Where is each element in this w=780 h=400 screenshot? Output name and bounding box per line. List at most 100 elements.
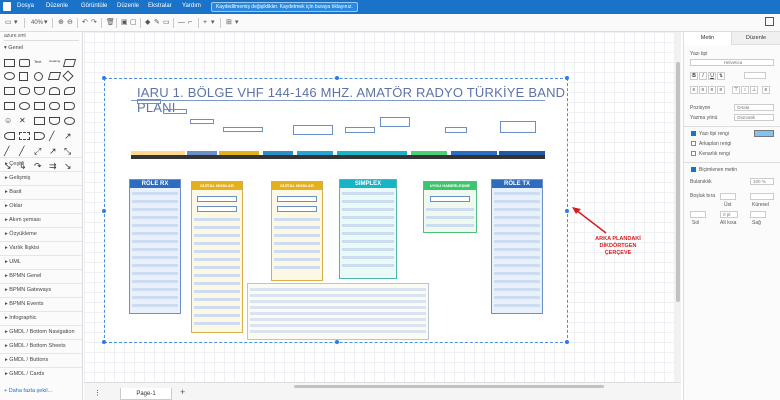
connector-shape[interactable]: ⤡ (64, 147, 75, 156)
library-arrows[interactable]: ▸ Oklar (0, 199, 82, 212)
menu-view[interactable]: Görüntüle (81, 3, 107, 9)
cylinder-shape[interactable] (34, 87, 45, 95)
background-color-checkbox[interactable] (691, 141, 696, 146)
align-middle-button[interactable]: ↕ (741, 86, 749, 94)
page-menu-icon[interactable]: ⋮ (94, 389, 101, 397)
italic-button[interactable]: I (699, 72, 707, 80)
waypoints-icon[interactable]: ⌐ (188, 18, 192, 28)
unsaved-changes-notice[interactable]: Kaydedilmemiş değişiklikler. Kaydetmek i… (211, 2, 358, 12)
dotted-line-shape[interactable]: ╱ (19, 147, 30, 156)
textbox-shape[interactable]: Heading (49, 59, 60, 67)
zoom-dropdown-icon[interactable]: ▾ (44, 18, 48, 28)
insert-dropdown-icon[interactable]: ▾ (211, 18, 215, 28)
tape-shape[interactable] (64, 117, 75, 125)
library-gmdl-cards[interactable]: ▸ GMDL / Cards (0, 367, 82, 380)
callout-shape[interactable] (49, 102, 60, 110)
resize-handle-bottom-right[interactable] (565, 340, 569, 344)
spacing-left-input[interactable] (690, 211, 706, 218)
dashed-line-shape[interactable]: ╱ (4, 147, 15, 156)
align-center-button[interactable]: ≡ (699, 86, 707, 94)
diamond-shape[interactable] (62, 70, 74, 82)
curve-shape[interactable]: ↗ (49, 147, 60, 156)
spacing-top-input[interactable] (720, 193, 736, 200)
triangle-shape[interactable] (34, 117, 45, 125)
insert-icon[interactable]: + (203, 18, 207, 28)
library-flowchart[interactable]: ▸ Akım şeması (0, 213, 82, 226)
document-shape[interactable] (64, 87, 75, 95)
column-digital-modes-1[interactable]: DİJİTAL MODLAR (191, 181, 243, 333)
zoom-level[interactable]: 40% (31, 18, 43, 28)
align-top-button[interactable]: ⊤ (732, 86, 740, 94)
writing-direction-select[interactable]: Otomatik (734, 114, 774, 121)
to-front-icon[interactable]: ▣ (121, 18, 128, 28)
cloud-shape[interactable] (49, 87, 60, 95)
library-misc[interactable]: ▸ Çeşitli (0, 157, 82, 170)
spacing-global-input[interactable] (750, 193, 774, 200)
resize-handle-top-left[interactable] (102, 76, 106, 80)
library-uml[interactable]: ▸ UML (0, 255, 82, 268)
opacity-input[interactable]: 100 % (750, 178, 774, 185)
fullscreen-icon[interactable] (765, 17, 774, 26)
spacing-right-input[interactable] (750, 211, 766, 218)
vertical-scroll-thumb[interactable] (676, 62, 680, 302)
hexagon-shape[interactable] (19, 87, 30, 95)
menu-edit[interactable]: Düzenle (46, 3, 68, 9)
line-color-icon[interactable]: ✎ (154, 18, 160, 28)
library-bpmn-general[interactable]: ▸ BPMN Genel (0, 269, 82, 282)
redo-icon[interactable]: ↷ (91, 18, 97, 28)
align-left-button[interactable]: ≡ (690, 86, 698, 94)
or-shape[interactable] (19, 102, 30, 110)
zoom-in-icon[interactable]: ⊕ (58, 18, 64, 28)
bold-button[interactable]: B (690, 72, 698, 80)
border-color-checkbox[interactable] (691, 151, 696, 156)
text-stroke-button[interactable]: ≡ (762, 86, 770, 94)
column-digital-modes-2[interactable]: DİJİTAL MODLAR (271, 181, 323, 281)
table-dropdown-icon[interactable]: ▾ (235, 18, 239, 28)
to-back-icon[interactable]: ▢ (130, 18, 137, 28)
menu-file[interactable]: Dosya (17, 3, 34, 9)
resize-handle-top-right[interactable] (565, 76, 569, 80)
cube-shape[interactable] (4, 87, 15, 95)
library-entity-relation[interactable]: ▸ Varlık İlişkisi (0, 241, 82, 254)
shape-search-input[interactable]: azure.xml (4, 33, 79, 41)
delete-icon[interactable]: 🗑 (106, 18, 115, 28)
column-simplex[interactable]: SIMPLEX (339, 179, 397, 279)
section-general[interactable]: ▾ Genel (4, 45, 23, 51)
underline-button[interactable]: U (708, 72, 716, 80)
resize-handle-top[interactable] (335, 76, 339, 80)
card-shape[interactable] (34, 102, 45, 110)
cross-shape[interactable]: ✕ (19, 117, 30, 125)
ellipse-shape[interactable] (4, 72, 15, 80)
internal-storage-shape[interactable] (4, 102, 15, 110)
menu-extras[interactable]: Ekstralar (148, 3, 172, 9)
horizontal-scroll-thumb[interactable] (294, 385, 604, 388)
line-shape[interactable]: ╱ (49, 132, 60, 141)
library-gmdl-buttons[interactable]: ▸ GMDL / Buttons (0, 353, 82, 366)
dashed-rect-shape[interactable] (19, 132, 30, 140)
page-view-icon[interactable]: ▾ (14, 18, 18, 28)
resize-handle-bottom[interactable] (335, 340, 339, 344)
undo-icon[interactable]: ↶ (82, 18, 88, 28)
band-plan-diagram[interactable]: IARU 1. BÖLGE VHF 144-146 MHZ. AMATÖR RA… (102, 76, 569, 344)
library-basic[interactable]: ▸ Basit (0, 185, 82, 198)
rounded-rectangle-shape[interactable] (19, 59, 30, 67)
fill-color-icon[interactable]: ◆ (145, 18, 150, 28)
data-storage-shape[interactable] (49, 117, 60, 125)
library-bpmn-events[interactable]: ▸ BPMN Events (0, 297, 82, 310)
resize-handle-left[interactable] (102, 209, 106, 213)
rectangle-shape[interactable] (4, 59, 15, 67)
column-repeater-tx[interactable]: RÖLE TX (491, 179, 543, 314)
vertical-text-button[interactable]: ⇅ (717, 72, 725, 80)
font-size-input[interactable] (744, 72, 766, 79)
resize-handle-bottom-left[interactable] (102, 340, 106, 344)
connection-icon[interactable]: — (178, 18, 185, 28)
add-page-icon[interactable]: + (180, 387, 185, 397)
square-shape[interactable] (19, 72, 28, 81)
format-panel-toggle-icon[interactable]: ▭ (5, 18, 12, 28)
step-shape[interactable] (4, 132, 15, 140)
library-bpmn-gateways[interactable]: ▸ BPMN Gateways (0, 283, 82, 296)
justify-button[interactable]: ≡ (717, 86, 725, 94)
spacing-bottom-input[interactable]: 0 pt (720, 211, 738, 218)
library-gmdl-bottom-sheets[interactable]: ▸ GMDL / Bottom Sheets (0, 339, 82, 352)
menu-arrange[interactable]: Düzenle (117, 3, 139, 9)
